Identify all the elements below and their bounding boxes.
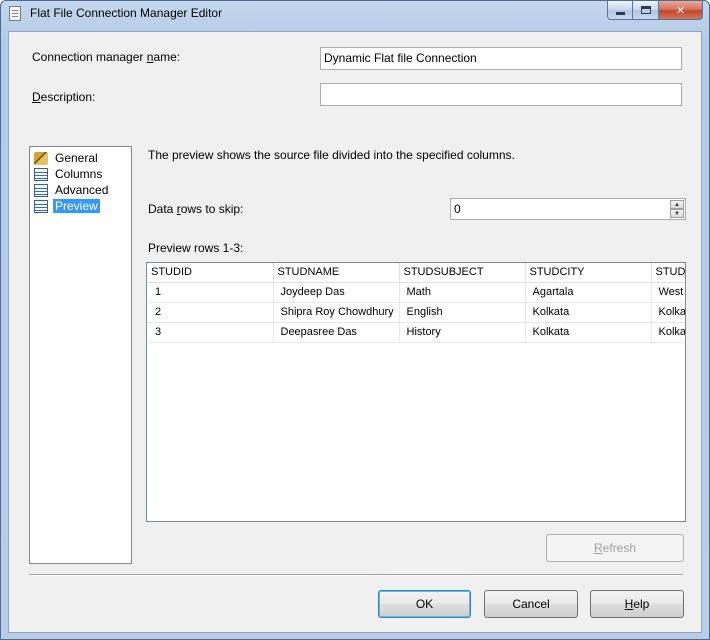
close-icon: ✕	[675, 4, 686, 17]
nav-item-label: Columns	[55, 167, 103, 181]
table-cell: West	[651, 282, 685, 303]
button-hotkey: R	[593, 541, 603, 555]
button-hotkey: H	[624, 597, 634, 611]
header-row: STUDID STUDNAME STUDSUBJECT STUDCITY STU…	[147, 263, 685, 283]
dialog-window: Flat File Connection Manager Editor ✕ Co…	[0, 0, 710, 640]
description-label: Description:	[32, 90, 95, 104]
preview-info-text: The preview shows the source file divide…	[148, 148, 515, 162]
advanced-icon	[34, 183, 48, 197]
table-cell: 2	[147, 302, 274, 323]
title-bar[interactable]: Flat File Connection Manager Editor ✕	[1, 1, 709, 27]
nav-item-label: Preview	[53, 199, 100, 213]
button-label: efresh	[602, 541, 637, 555]
cancel-button[interactable]: Cancel	[484, 590, 578, 618]
column-header[interactable]: STUDID	[147, 263, 274, 283]
dialog-client-area: Connection manager name: Dynamic Flat fi…	[8, 31, 702, 633]
connection-name-input[interactable]: Dynamic Flat file Connection	[320, 47, 682, 70]
preview-rows-label: Preview rows 1-3:	[148, 241, 244, 255]
document-icon	[9, 6, 21, 21]
table-row[interactable]: 3 Deepasree Das History Kolkata Kolkata	[147, 322, 685, 343]
nav-item-label: General	[55, 151, 98, 165]
label-text: ame:	[153, 50, 181, 64]
table-cell: Math	[399, 282, 526, 303]
close-button[interactable]: ✕	[659, 1, 703, 20]
chevron-up-icon: ▲	[674, 201, 680, 208]
refresh-button[interactable]: Refresh	[546, 534, 684, 562]
preview-icon	[34, 199, 48, 213]
table-cell: 1	[147, 282, 274, 303]
stepper-buttons: ▲ ▼	[670, 200, 684, 218]
window-title: Flat File Connection Manager Editor	[30, 6, 223, 20]
maximize-button[interactable]	[633, 1, 659, 20]
button-label: Cancel	[512, 597, 550, 611]
skip-rows-stepper[interactable]: 0 ▲ ▼	[450, 198, 686, 220]
columns-icon	[34, 167, 48, 181]
preview-table: STUDID STUDNAME STUDSUBJECT STUDCITY STU…	[147, 263, 685, 343]
chevron-down-icon: ▼	[674, 210, 680, 217]
nav-item-label: Advanced	[55, 183, 109, 197]
table-cell: Shipra Roy Chowdhury	[273, 302, 400, 323]
help-button[interactable]: Help	[590, 590, 684, 618]
stepper-down-button[interactable]: ▼	[670, 209, 684, 218]
description-input[interactable]	[320, 83, 682, 106]
stepper-up-button[interactable]: ▲	[670, 200, 684, 209]
label-text: Connection manager	[32, 50, 147, 64]
table-cell: Deepasree Das	[273, 322, 400, 343]
table-row[interactable]: 1 Joydeep Das Math Agartala West	[147, 282, 685, 303]
table-row[interactable]: 2 Shipra Roy Chowdhury English Kolkata K…	[147, 302, 685, 323]
divider	[29, 574, 683, 576]
column-header[interactable]: STUDSUBJECT	[399, 263, 526, 283]
button-label: elp	[633, 597, 650, 611]
table-cell: History	[399, 322, 526, 343]
column-header[interactable]: STUDSTATE	[651, 263, 685, 283]
table-cell: Kolkata	[651, 322, 685, 343]
skip-rows-label: Data rows to skip:	[148, 202, 243, 216]
minimize-icon	[615, 11, 625, 15]
label-text: ows to skip:	[180, 202, 244, 216]
table-cell: 3	[147, 322, 274, 343]
column-header[interactable]: STUDCITY	[525, 263, 652, 283]
window-controls: ✕	[607, 1, 703, 21]
minimize-button[interactable]	[607, 1, 633, 20]
table-cell: Kolkata	[651, 302, 685, 323]
table-cell: Agartala	[525, 282, 652, 303]
nav-item-columns[interactable]: Columns	[34, 166, 104, 182]
table-cell: Kolkata	[525, 322, 652, 343]
label-hotkey: D	[32, 90, 41, 104]
nav-item-preview[interactable]: Preview	[34, 198, 100, 214]
column-header[interactable]: STUDNAME	[273, 263, 400, 283]
page-navigation-list: General Columns Advanced Preview	[29, 146, 132, 564]
connection-name-value: Dynamic Flat file Connection	[324, 51, 477, 65]
maximize-icon	[640, 6, 651, 14]
label-text: escription:	[40, 90, 96, 104]
table-cell: English	[399, 302, 526, 323]
ok-button[interactable]: OK	[378, 590, 471, 618]
preview-grid[interactable]: STUDID STUDNAME STUDSUBJECT STUDCITY STU…	[146, 262, 686, 522]
table-cell: Joydeep Das	[273, 282, 400, 303]
button-label: OK	[415, 597, 434, 611]
skip-rows-value: 0	[454, 202, 461, 216]
label-text: Data	[148, 202, 177, 216]
nav-item-advanced[interactable]: Advanced	[34, 182, 110, 198]
connection-name-label: Connection manager name:	[32, 50, 180, 64]
general-icon	[34, 151, 48, 165]
nav-item-general[interactable]: General	[34, 150, 100, 166]
table-cell: Kolkata	[525, 302, 652, 323]
